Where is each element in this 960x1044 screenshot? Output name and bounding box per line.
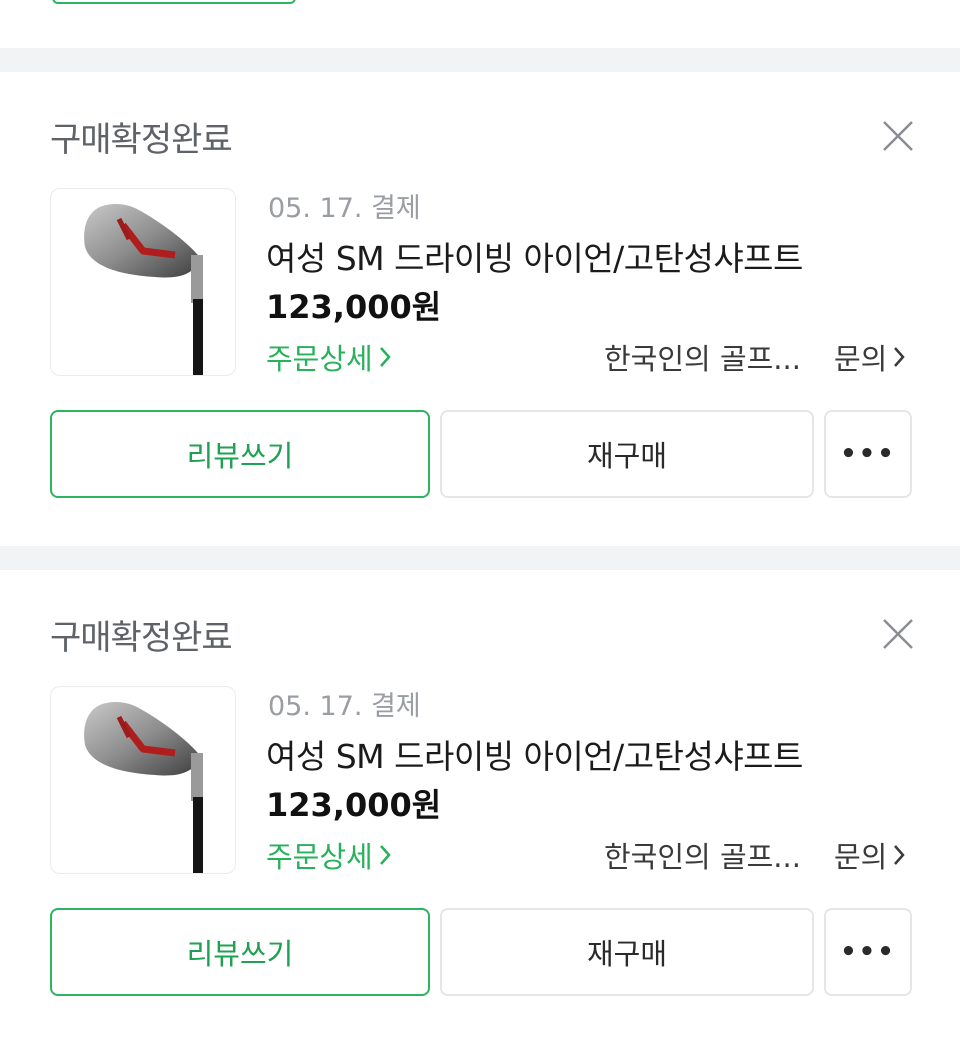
- chevron-right-icon: [894, 347, 906, 367]
- close-icon[interactable]: [878, 614, 918, 654]
- inquiry-label: 문의: [834, 840, 888, 874]
- previous-card-edge: [0, 0, 960, 48]
- order-status: 구매확정완료: [50, 618, 233, 658]
- rebuy-button[interactable]: 재구매: [440, 410, 814, 498]
- golf-iron-club-image: [84, 702, 203, 873]
- more-options-button[interactable]: •••: [824, 908, 912, 996]
- order-card: 구매확정완료 05. 17. 결제 여성 SM 드라이빙 아이언/고탄성샤프트 …: [0, 72, 960, 546]
- order-detail-link[interactable]: 주문상세: [266, 834, 391, 876]
- chevron-right-icon: [379, 845, 391, 865]
- seller-name[interactable]: 한국인의 골프...: [604, 834, 801, 876]
- rebuy-button[interactable]: 재구매: [440, 908, 814, 996]
- golf-iron-club-image: [84, 204, 203, 375]
- order-detail-label: 주문상세: [266, 342, 373, 376]
- inquiry-label: 문의: [834, 342, 888, 376]
- inquiry-link[interactable]: 문의: [834, 336, 906, 378]
- chevron-right-icon: [379, 347, 391, 367]
- previous-review-button-edge[interactable]: [52, 0, 296, 4]
- section-separator: [0, 546, 960, 570]
- product-price: 123,000원: [266, 288, 442, 326]
- inquiry-link[interactable]: 문의: [834, 834, 906, 876]
- chevron-right-icon: [894, 845, 906, 865]
- review-button[interactable]: 리뷰쓰기: [50, 410, 430, 498]
- payment-date: 05. 17. 결제: [268, 193, 421, 224]
- review-button[interactable]: 리뷰쓰기: [50, 908, 430, 996]
- order-detail-link[interactable]: 주문상세: [266, 336, 391, 378]
- product-thumbnail[interactable]: [50, 188, 236, 376]
- order-detail-label: 주문상세: [266, 840, 373, 874]
- product-thumbnail[interactable]: [50, 686, 236, 874]
- payment-date: 05. 17. 결제: [268, 691, 421, 722]
- order-status: 구매확정완료: [50, 120, 233, 160]
- more-options-button[interactable]: •••: [824, 410, 912, 498]
- product-name[interactable]: 여성 SM 드라이빙 아이언/고탄성샤프트: [266, 232, 803, 280]
- section-separator: [0, 48, 960, 72]
- product-price: 123,000원: [266, 786, 442, 824]
- product-name[interactable]: 여성 SM 드라이빙 아이언/고탄성샤프트: [266, 730, 803, 778]
- order-card: 구매확정완료 05. 17. 결제 여성 SM 드라이빙 아이언/고탄성샤프트 …: [0, 570, 960, 1044]
- close-icon[interactable]: [878, 116, 918, 156]
- seller-name[interactable]: 한국인의 골프...: [604, 336, 801, 378]
